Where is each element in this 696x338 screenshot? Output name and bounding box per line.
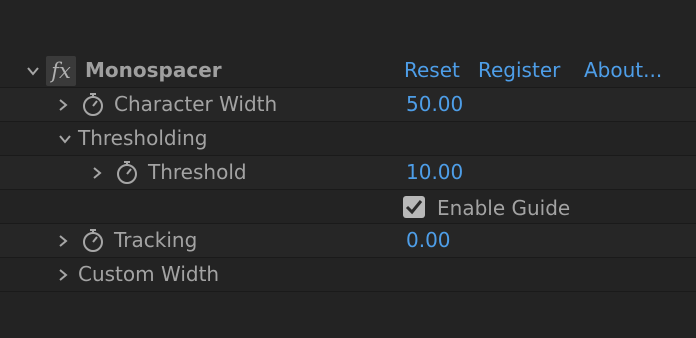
stopwatch-icon[interactable] (115, 159, 139, 185)
stopwatch-icon[interactable] (81, 227, 105, 253)
property-group-custom-width: Custom Width (0, 258, 696, 292)
stopwatch-icon[interactable] (81, 91, 105, 117)
effect-name: Monospacer (85, 58, 222, 82)
enable-guide-label: Enable Guide (437, 196, 571, 220)
tracking-value[interactable]: 0.00 (406, 230, 451, 250)
property-group-thresholding: Thresholding (0, 122, 696, 156)
chevron-down-icon[interactable] (26, 64, 40, 78)
checkmark-icon (405, 200, 423, 215)
property-label: Threshold (148, 160, 247, 184)
property-row-enable-guide: Enable Guide (0, 190, 696, 224)
chevron-down-icon[interactable] (58, 132, 72, 146)
chevron-right-icon[interactable] (56, 268, 70, 282)
property-row-threshold: Threshold 10.00 (0, 156, 696, 190)
register-link[interactable]: Register (478, 60, 560, 80)
property-label: Tracking (114, 228, 198, 252)
chevron-right-icon[interactable] (56, 98, 70, 112)
property-label: Character Width (114, 92, 278, 116)
reset-link[interactable]: Reset (404, 60, 460, 80)
property-row-tracking: Tracking 0.00 (0, 224, 696, 258)
group-label: Thresholding (78, 126, 208, 150)
chevron-right-icon[interactable] (56, 234, 70, 248)
about-link[interactable]: About... (584, 60, 662, 80)
effect-header-row: fx Monospacer Reset Register About... (0, 52, 696, 88)
chevron-right-icon[interactable] (90, 166, 104, 180)
effect-controls-panel: fx Monospacer Reset Register About... Ch… (0, 0, 696, 338)
threshold-value[interactable]: 10.00 (406, 162, 463, 182)
property-row-character-width: Character Width 50.00 (0, 88, 696, 122)
character-width-value[interactable]: 50.00 (406, 94, 463, 114)
enable-guide-checkbox[interactable] (403, 196, 425, 218)
fx-icon[interactable]: fx (46, 56, 76, 86)
group-label: Custom Width (78, 262, 220, 286)
